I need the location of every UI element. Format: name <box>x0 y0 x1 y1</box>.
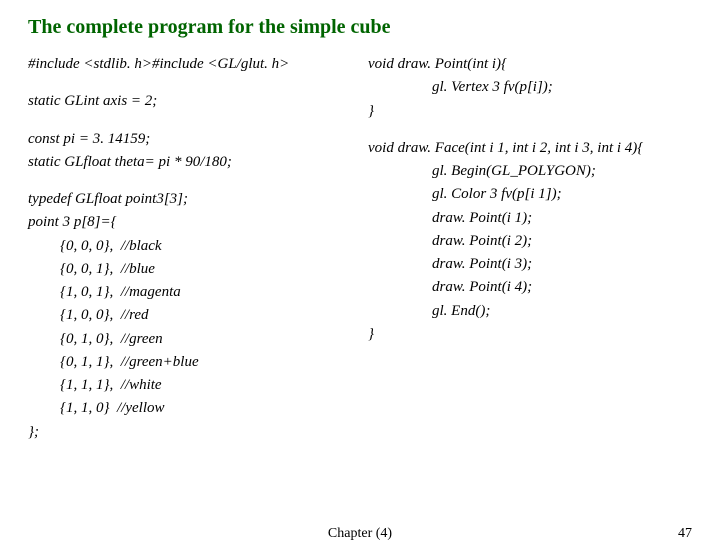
fn-drawface-end: gl. End(); <box>368 300 692 323</box>
array-item-2: {1, 0, 1}, //magenta <box>28 281 352 304</box>
fn-drawface-dp4: draw. Point(i 4); <box>368 276 692 299</box>
fn-drawpoint-sig: void draw. Point(int i){ <box>368 53 692 76</box>
left-column: #include <stdlib. h>#include <GL/glut. h… <box>28 53 360 444</box>
fn-drawface-begin: gl. Begin(GL_POLYGON); <box>368 160 692 183</box>
array-item-4: {0, 1, 0}, //green <box>28 328 352 351</box>
array-decl: point 3 p[8]={ <box>28 211 352 234</box>
array-item-6: {1, 1, 1}, //white <box>28 374 352 397</box>
fn-drawpoint-close: } <box>368 100 692 123</box>
fn-drawface-close: } <box>368 323 692 346</box>
page-title: The complete program for the simple cube <box>28 16 692 39</box>
fn-drawface-dp2: draw. Point(i 2); <box>368 230 692 253</box>
array-item-0: {0, 0, 0}, //black <box>28 235 352 258</box>
slide: The complete program for the simple cube… <box>0 0 720 540</box>
array-item-3: {1, 0, 0}, //red <box>28 304 352 327</box>
array-item-5: {0, 1, 1}, //green+blue <box>28 351 352 374</box>
typedef-line: typedef GLfloat point3[3]; <box>28 188 352 211</box>
array-item-1: {0, 0, 1}, //blue <box>28 258 352 281</box>
fn-drawpoint-body: gl. Vertex 3 fv(p[i]); <box>368 76 692 99</box>
fn-drawface-color: gl. Color 3 fv(p[i 1]); <box>368 183 692 206</box>
include-line: #include <stdlib. h>#include <GL/glut. h… <box>28 53 352 76</box>
content-columns: #include <stdlib. h>#include <GL/glut. h… <box>28 53 692 444</box>
array-item-7: {1, 1, 0} //yellow <box>28 397 352 420</box>
pi-line: const pi = 3. 14159; <box>28 128 352 151</box>
array-close: }; <box>28 421 352 444</box>
fn-drawface-dp3: draw. Point(i 3); <box>368 253 692 276</box>
fn-drawface-sig: void draw. Face(int i 1, int i 2, int i … <box>368 137 692 160</box>
axis-line: static GLint axis = 2; <box>28 90 352 113</box>
right-column: void draw. Point(int i){ gl. Vertex 3 fv… <box>360 53 692 444</box>
theta-line: static GLfloat theta= pi * 90/180; <box>28 151 352 174</box>
fn-drawface-dp1: draw. Point(i 1); <box>368 207 692 230</box>
